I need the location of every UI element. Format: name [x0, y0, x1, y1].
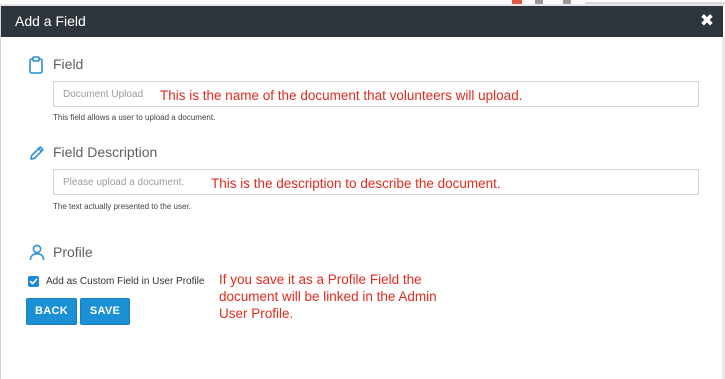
field-name-annotation: This is the name of the document that vo…	[160, 88, 523, 103]
profile-annotation-line-2: document will be linked in the Admin	[219, 289, 437, 304]
close-icon[interactable]: ✖	[695, 9, 719, 33]
checkmark-icon	[29, 278, 38, 285]
pencil-icon	[30, 146, 44, 160]
save-button[interactable]: SAVE	[80, 298, 130, 325]
background-tab-gray	[535, 0, 543, 4]
dialog-title: Add a Field	[15, 13, 86, 29]
back-button[interactable]: BACK	[26, 298, 77, 325]
field-section-label: Field	[53, 56, 84, 72]
dialog-header: Add a Field ✖	[1, 6, 723, 37]
background-tab-red	[512, 0, 522, 4]
profile-annotation-line-3: User Profile.	[219, 306, 294, 321]
profile-checkbox[interactable]	[28, 276, 39, 287]
background-tab-gray	[563, 0, 571, 4]
profile-section-label: Profile	[53, 244, 93, 260]
add-field-dialog: Add a Field ✖ Field This is the name of …	[0, 6, 723, 379]
description-section-label: Field Description	[53, 144, 158, 160]
user-icon	[29, 244, 45, 261]
clipboard-icon	[29, 56, 43, 74]
background-bar	[585, 2, 725, 4]
profile-annotation-line-1: If you save it as a Profile Field the	[219, 272, 422, 287]
description-help-text: The text actually presented to the user.	[53, 202, 191, 211]
profile-checkbox-label[interactable]: Add as Custom Field in User Profile	[46, 276, 204, 287]
description-annotation: This is the description to describe the …	[211, 176, 501, 191]
field-help-text: This field allows a user to upload a doc…	[53, 113, 216, 122]
